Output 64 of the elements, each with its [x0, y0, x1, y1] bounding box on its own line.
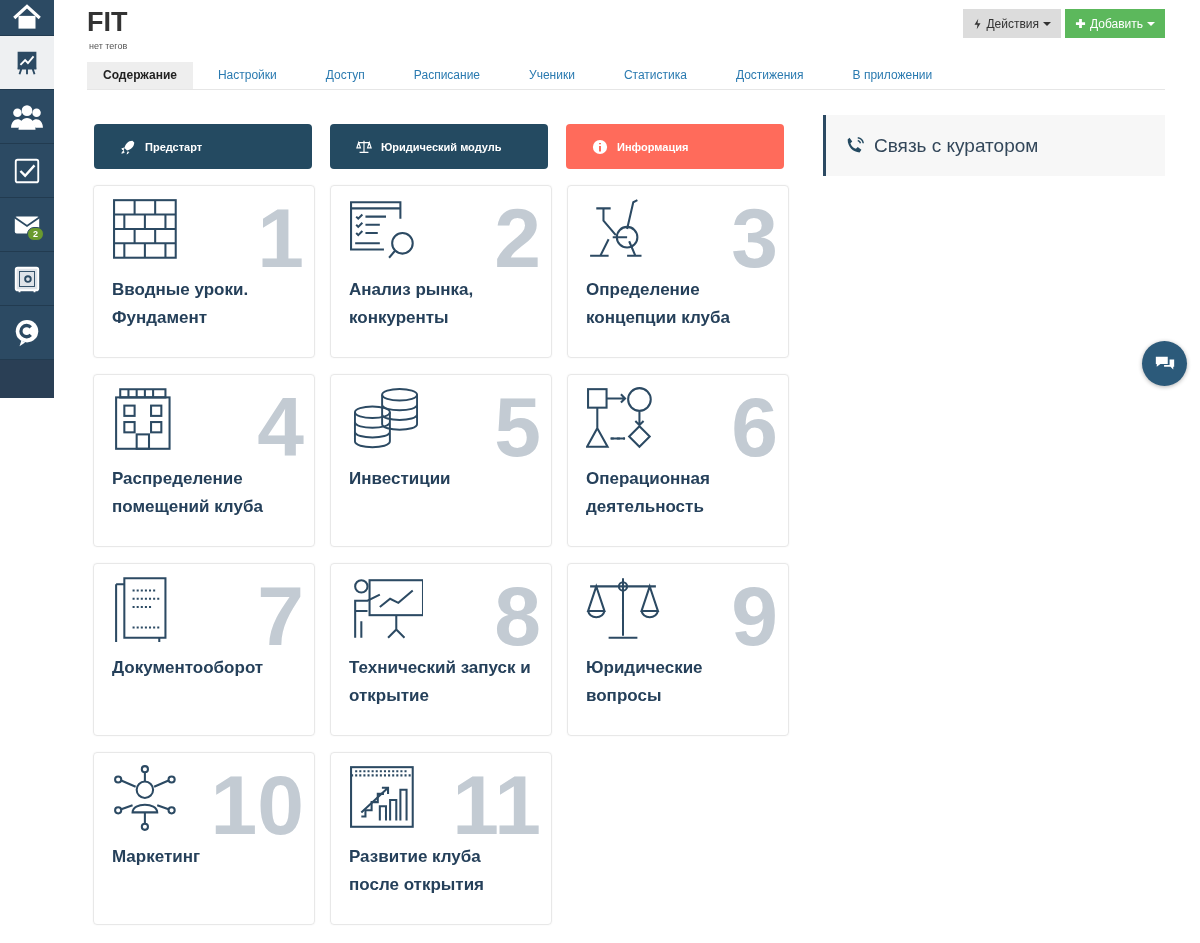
lightning-icon	[973, 17, 983, 30]
module-number: 9	[731, 576, 778, 656]
module-number: 8	[494, 576, 541, 656]
sidebar-item[interactable]	[0, 36, 54, 90]
module-card[interactable]: 11 Развитие клуба после открытия	[330, 752, 552, 925]
chat-button[interactable]	[1142, 341, 1187, 386]
tab[interactable]: Достижения	[711, 62, 828, 89]
tab[interactable]: Доступ	[301, 62, 389, 89]
module-card[interactable]: 3 Определение концепции клуба	[567, 185, 789, 358]
module-card[interactable]: 6 Операционная деятельность	[567, 374, 789, 547]
tab[interactable]: Расписание	[389, 62, 505, 89]
sidebar-item[interactable]	[0, 0, 54, 36]
actions-dropdown-button[interactable]: Действия	[963, 9, 1061, 38]
module-title: Технический запуск и открытие	[349, 657, 532, 707]
module-card[interactable]: 8 Технический запуск и открытие	[330, 563, 552, 736]
caret-icon	[1042, 21, 1051, 26]
sidebar-item[interactable]	[0, 90, 54, 144]
module-title: Юридические вопросы	[586, 657, 704, 707]
rocket-icon	[120, 138, 136, 155]
module-title: Документооборот	[112, 657, 265, 679]
module-title: Определение концепции клуба	[586, 279, 731, 329]
legal-button[interactable]: Юридический модуль	[330, 124, 548, 169]
balance-scales-icon	[586, 576, 660, 642]
scales-icon	[356, 138, 372, 155]
tab[interactable]: Статистика	[599, 62, 711, 89]
module-title: Распределение помещений клуба	[112, 468, 264, 518]
module-card[interactable]: 2 Анализ рынка, конкуренты	[330, 185, 552, 358]
module-number: 5	[494, 387, 541, 467]
sidebar-item[interactable]	[0, 252, 54, 306]
module-title: Маркетинг	[112, 846, 202, 868]
module-title: Операционная деятельность	[586, 468, 711, 518]
module-number: 1	[257, 198, 304, 278]
module-card[interactable]: 10 Маркетинг	[93, 752, 315, 925]
module-title: Развитие клуба после открытия	[349, 846, 486, 896]
tab[interactable]: Содержание	[87, 62, 193, 89]
module-number: 7	[257, 576, 304, 656]
module-number: 6	[731, 387, 778, 467]
curator-panel[interactable]: Связь с куратором	[823, 115, 1165, 176]
module-card[interactable]: 9 Юридические вопросы	[567, 563, 789, 736]
module-title: Инвестиции	[349, 468, 452, 490]
module-number: 4	[257, 387, 304, 467]
sidebar-item[interactable]	[0, 306, 54, 360]
count-badge: 2	[27, 227, 44, 241]
curator-title: Связь с куратором	[874, 134, 1039, 157]
module-number: 3	[731, 198, 778, 278]
module-title: Анализ рынка, конкуренты	[349, 279, 475, 329]
plus-icon	[1074, 18, 1086, 29]
caret-icon	[1147, 21, 1155, 26]
module-number: 10	[210, 765, 304, 845]
module-number: 11	[452, 765, 541, 845]
info-icon	[592, 138, 608, 155]
tab[interactable]: В приложении	[828, 62, 957, 89]
tags-label: нет тегов	[89, 41, 128, 51]
module-card[interactable]: 1 Вводные уроки. Фундамент	[93, 185, 315, 358]
module-card[interactable]: 5 Инвестиции	[330, 374, 552, 547]
prestart-button[interactable]: Предстарт	[94, 124, 312, 169]
page-title: FIT	[87, 7, 128, 38]
tab[interactable]: Ученики	[505, 62, 599, 89]
sidebar-item[interactable]	[0, 144, 54, 198]
module-number: 2	[494, 198, 541, 278]
tab[interactable]: Настройки	[193, 62, 301, 89]
module-card[interactable]: 4 Распределение помещений клуба	[93, 374, 315, 547]
module-card[interactable]: 7 Документооборот	[93, 563, 315, 736]
module-title: Вводные уроки. Фундамент	[112, 279, 250, 329]
